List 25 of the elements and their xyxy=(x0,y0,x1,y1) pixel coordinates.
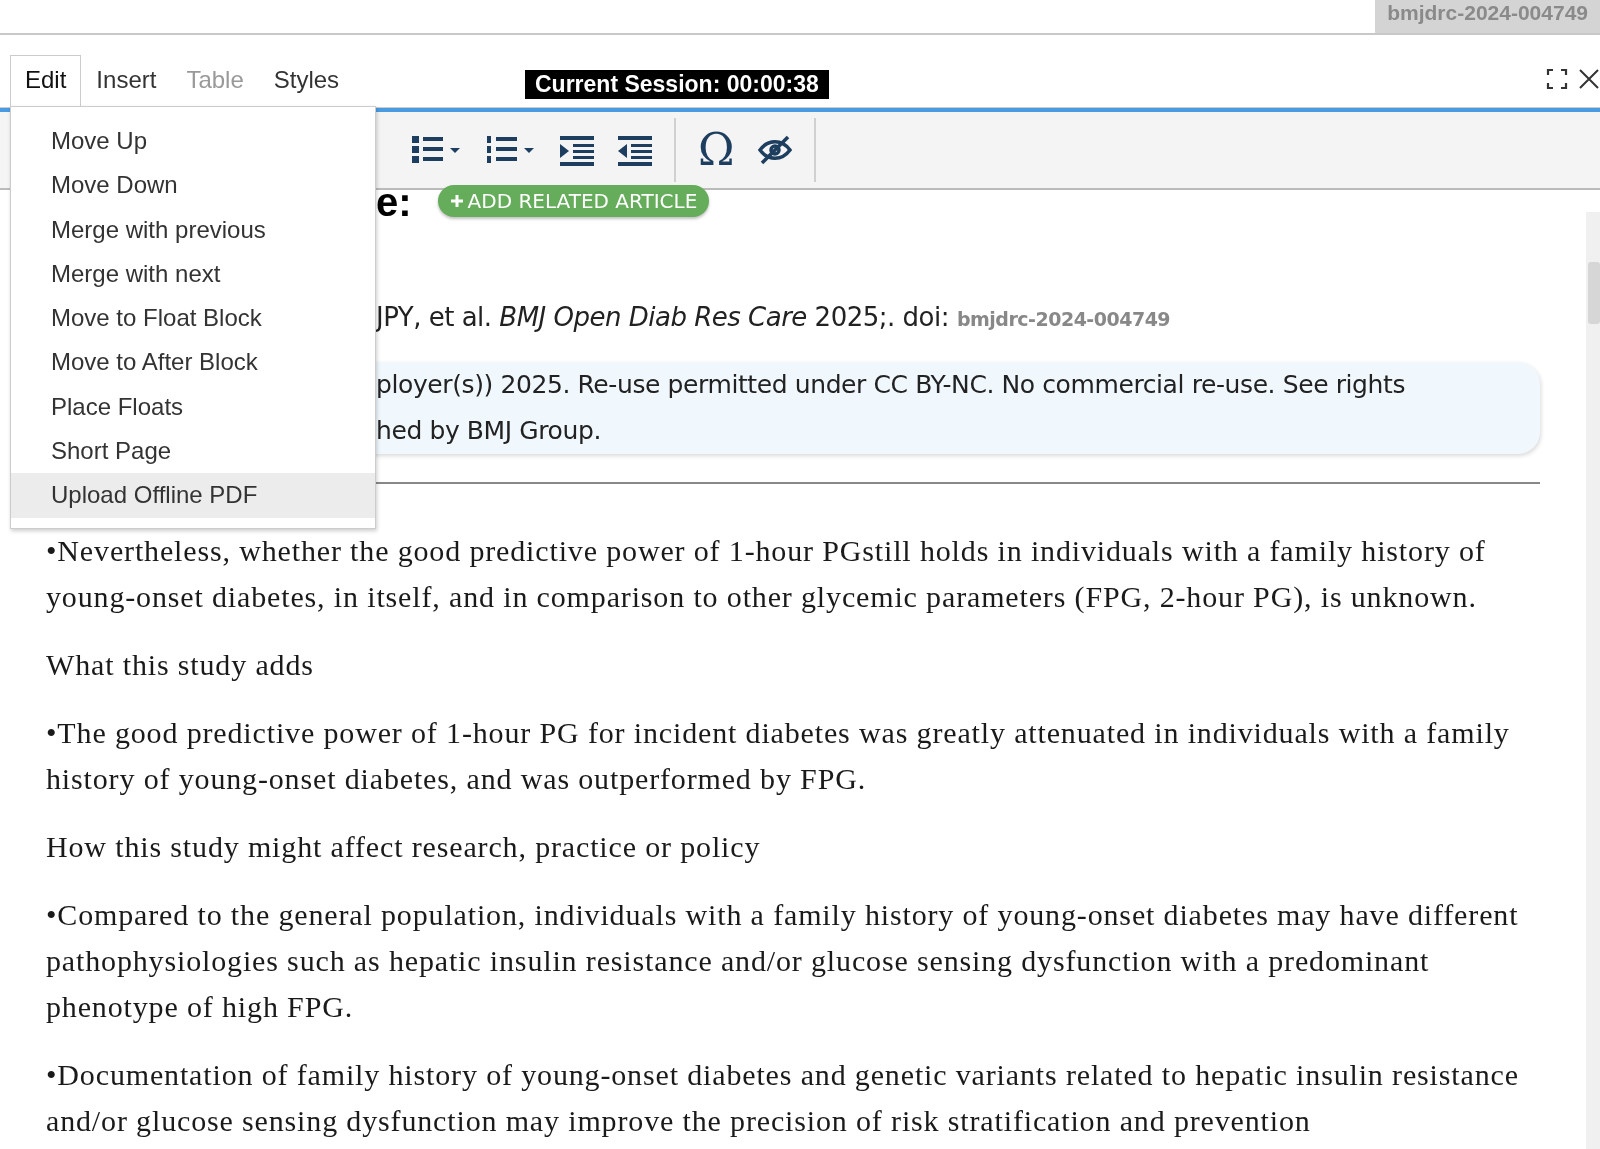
body-paragraph: •The good predictive power of 1-hour PG for incident diabetes was greatly attenuated in individuals with a family history of young-onset diabetes, and was outperformed by FPG. xyxy=(46,715,1511,797)
menu-item[interactable]: Move to Float Block xyxy=(11,296,375,341)
session-timer: Current Session: 00:00:38 xyxy=(525,70,829,99)
menu-item[interactable]: Merge with previous xyxy=(11,207,375,252)
body-paragraph: •Documentation of family history of young-onset diabetes and genetic variants related to hepatic insulin resistance and/or glucose sensing dysfunction may improve the precision of risk stratification and prevention xyxy=(46,1057,1520,1139)
citation-text: JPY, et al. BMJ Open Diab Res Care 2025;. doi: xyxy=(376,302,949,332)
menu-tab[interactable]: Edit xyxy=(10,55,82,108)
plus-icon xyxy=(449,194,464,208)
body-paragraph: How this study might affect research, practice or policy xyxy=(46,829,762,865)
article-heading: e: xyxy=(376,187,412,217)
body-paragraph: What this study adds xyxy=(46,647,315,683)
menu-item[interactable]: Move Up xyxy=(11,119,375,164)
menu-tab[interactable]: Styles xyxy=(258,55,355,108)
fullscreen-icon[interactable] xyxy=(1546,68,1568,90)
special-character-button[interactable]: Ω xyxy=(690,124,743,176)
scrollbar[interactable] xyxy=(1586,212,1600,1149)
menu-item[interactable]: Upload Offline PDF xyxy=(11,473,375,518)
body-paragraph: •Compared to the general population, individuals with a family history of young-onset diabetes may have different pathophysiologies such as hepatic insulin resistance and/or glucose sensing dysfunction with a predominant phenotype of high FPG. xyxy=(46,897,1520,1025)
menu-item[interactable]: Merge with next xyxy=(11,251,375,297)
close-icon[interactable] xyxy=(1578,68,1600,90)
body-paragraph: •Nevertheless, whether the good predictive power of 1-hour PGstill holds in individuals with a family history of young-onset diabetes, in itself, and in comparison to other glycemic parameters (FPG, 2-hour PG), is unknown. xyxy=(46,533,1487,615)
menu-item[interactable]: Move Down xyxy=(11,163,375,208)
document-id-tag: bmjdrc-2024-004749 xyxy=(1375,0,1600,33)
menu-tab[interactable]: Insert xyxy=(81,55,172,108)
doi-text: bmjdrc-2024-004749 xyxy=(956,308,1171,330)
